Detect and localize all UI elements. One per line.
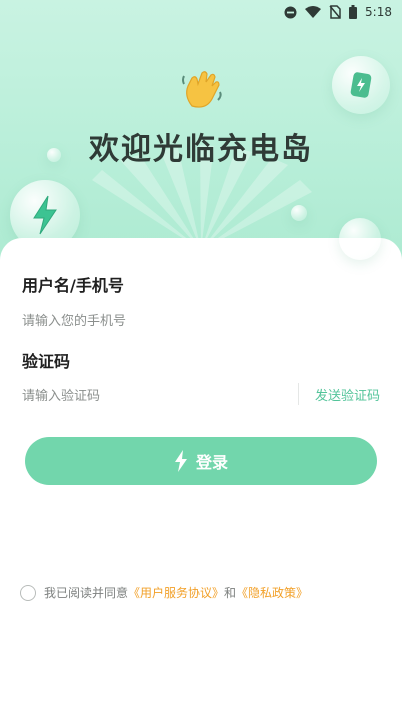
- code-label: 验证码: [22, 352, 71, 371]
- login-button[interactable]: 登录: [25, 437, 377, 485]
- lightning-icon: [174, 450, 187, 472]
- status-time: 5:18: [365, 5, 392, 19]
- agreement-and: 和: [224, 586, 237, 600]
- agreement-checkbox[interactable]: [20, 584, 36, 601]
- lightning-icon: [33, 195, 57, 235]
- code-input[interactable]: 请输入验证码: [22, 385, 100, 404]
- status-bar: 5:18: [0, 0, 402, 24]
- send-code-button[interactable]: 发送验证码: [315, 385, 380, 404]
- page-title: 欢迎光临充电岛: [89, 132, 313, 167]
- bubble-decoration: [339, 218, 381, 260]
- do-not-disturb-icon: [284, 6, 297, 19]
- privacy-policy-link[interactable]: 《隐私政策》: [236, 584, 308, 601]
- no-sim-icon: [329, 5, 341, 19]
- waving-hand-icon: [178, 66, 226, 114]
- agreement-row: 我已阅读并同意 《用户服务协议》 和 《隐私政策》: [20, 584, 308, 601]
- service-agreement-link[interactable]: 《用户服务协议》: [128, 584, 224, 601]
- username-label: 用户名/手机号: [22, 276, 124, 295]
- username-input[interactable]: 请输入您的手机号: [22, 310, 126, 329]
- login-button-label: 登录: [195, 453, 228, 472]
- input-divider: [298, 383, 299, 405]
- bubble-decoration: [291, 205, 307, 221]
- power-bank-badge: [332, 56, 390, 114]
- wifi-icon: [305, 6, 322, 18]
- power-bank-icon: [350, 72, 372, 98]
- battery-icon: [349, 5, 358, 19]
- agreement-text: 我已阅读并同意: [44, 586, 129, 600]
